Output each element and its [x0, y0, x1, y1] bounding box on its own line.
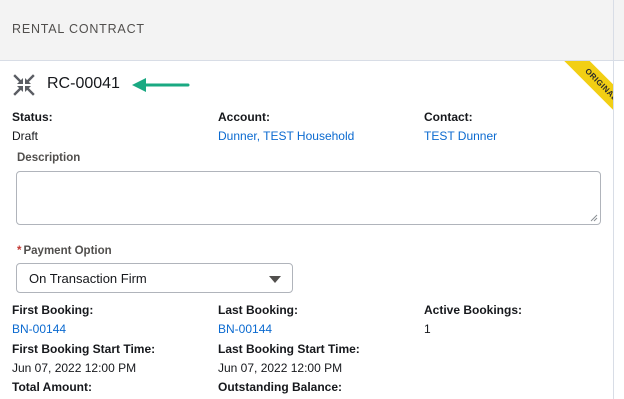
outstanding-balance-label: Outstanding Balance: — [218, 380, 343, 394]
first-booking-link[interactable]: BN-00144 — [12, 322, 66, 336]
first-start-label: First Booking Start Time: — [12, 342, 156, 356]
status-label: Status: — [12, 110, 53, 124]
active-bookings-label: Active Bookings: — [424, 303, 523, 317]
contact-label: Contact: — [424, 110, 473, 124]
divider — [613, 0, 614, 399]
account-link[interactable]: Dunner, TEST Household — [218, 129, 354, 143]
status-value: Draft — [12, 129, 39, 143]
last-booking-label: Last Booking: — [218, 303, 298, 317]
payment-option-label: * Payment Option — [17, 245, 112, 257]
last-booking-link[interactable]: BN-00144 — [218, 322, 272, 336]
last-start-value: Jun 07, 2022 12:00 PM — [218, 361, 343, 375]
original-ribbon: ORIGINAL — [552, 61, 613, 122]
contact-link[interactable]: TEST Dunner — [424, 129, 497, 143]
payment-option-label-text: Payment Option — [23, 245, 112, 257]
last-start-label: Last Booking Start Time: — [218, 342, 360, 356]
required-marker: * — [17, 245, 22, 257]
arrow-pointer-icon — [132, 78, 190, 92]
chevron-down-icon — [269, 276, 281, 283]
payment-option-value: On Transaction Firm — [29, 271, 147, 286]
first-start-value: Jun 07, 2022 12:00 PM — [12, 361, 137, 375]
payment-option-select[interactable]: On Transaction Firm — [16, 263, 293, 293]
record-name: RC-00041 — [47, 75, 120, 92]
description-label: Description — [17, 152, 81, 164]
description-textarea[interactable] — [16, 171, 601, 225]
total-amount-label: Total Amount: — [12, 380, 92, 394]
resize-handle-icon[interactable] — [590, 214, 598, 222]
first-booking-label: First Booking: — [12, 303, 94, 317]
collapse-arrows-icon[interactable] — [13, 74, 35, 96]
ribbon-label: ORIGINAL — [555, 61, 613, 122]
page-title: RENTAL CONTRACT — [12, 22, 145, 36]
page-header: RENTAL CONTRACT — [0, 0, 624, 61]
account-label: Account: — [218, 110, 270, 124]
active-bookings-value: 1 — [424, 322, 431, 336]
